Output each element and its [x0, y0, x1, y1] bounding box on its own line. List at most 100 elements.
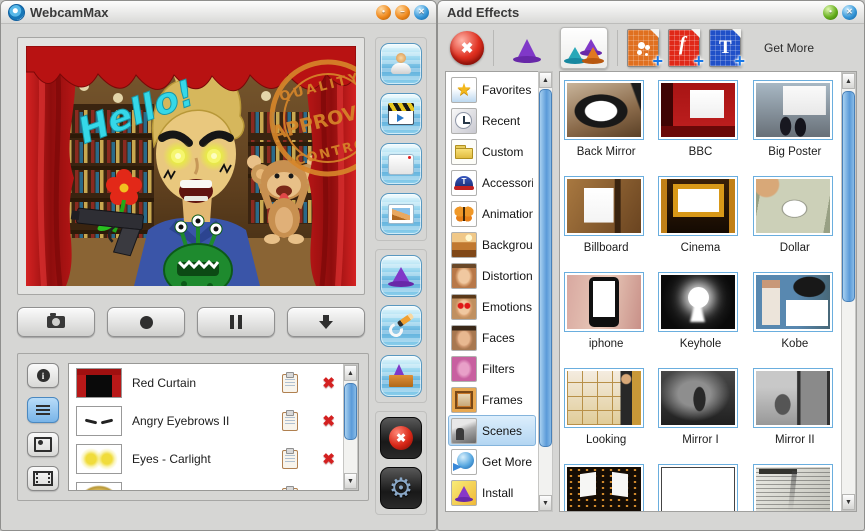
clipboard-icon[interactable]: [282, 371, 299, 393]
film-view-button[interactable]: [27, 465, 59, 491]
snapshot-button[interactable]: [17, 307, 95, 337]
close-button[interactable]: ✕: [414, 4, 429, 20]
thumbnail-view-button[interactable]: [27, 431, 59, 457]
effect-tile[interactable]: Kobe: [752, 272, 837, 352]
scroll-down-icon[interactable]: ▼: [539, 495, 552, 511]
distorted-face-icon: [451, 262, 477, 289]
record-button[interactable]: [107, 307, 185, 337]
window-title: WebcamMax: [30, 4, 109, 20]
webcam-source-button[interactable]: [380, 43, 422, 85]
effect-tile[interactable]: [564, 464, 648, 511]
effects-button[interactable]: [380, 255, 422, 297]
effect-tile[interactable]: iphone: [564, 272, 648, 352]
effect-tile[interactable]: Looking: [564, 368, 648, 448]
category-emotions[interactable]: Emotions: [448, 291, 536, 322]
folder-icon: [451, 138, 477, 165]
remove-effect-icon[interactable]: [322, 376, 335, 391]
category-backgrounds[interactable]: Backgrounds: [448, 229, 536, 260]
plus-icon: [652, 51, 663, 72]
pause-button[interactable]: [197, 307, 275, 337]
scroll-up-icon[interactable]: ▲: [842, 73, 855, 89]
clapperboard-icon: [388, 103, 414, 125]
scroll-down-icon[interactable]: ▼: [842, 494, 855, 510]
effect-thumbnail: [661, 275, 736, 329]
webcam-preview: Hello! QUALITY APPROVED CONTROL: [26, 46, 356, 286]
red-x-icon: [389, 426, 413, 450]
pause-icon: [230, 315, 242, 329]
effects-list-scrollbar[interactable]: ▲ ▼: [343, 364, 358, 490]
video-clip-button[interactable]: [380, 93, 422, 135]
remove-effects-button[interactable]: [450, 30, 484, 65]
wizard-hat-icon: [388, 265, 414, 287]
scrollbar-thumb[interactable]: [344, 383, 357, 441]
close-button[interactable]: ✕: [842, 4, 857, 20]
category-get-more[interactable]: Get More: [448, 446, 536, 477]
effect-tile[interactable]: Back Mirror: [564, 80, 648, 160]
effect-tile[interactable]: [752, 464, 837, 511]
category-favorites[interactable]: Favorites: [448, 74, 536, 105]
clipboard-icon[interactable]: [282, 485, 299, 490]
effect-tile[interactable]: BBC: [658, 80, 742, 160]
picture-in-picture-button[interactable]: [380, 193, 422, 235]
grid-scrollbar[interactable]: ▲ ▼: [841, 72, 856, 511]
effect-tile[interactable]: Mirror II: [752, 368, 837, 448]
window-capture-button[interactable]: [380, 143, 422, 185]
scroll-up-icon[interactable]: ▲: [344, 365, 357, 381]
add-picture-button[interactable]: [627, 28, 659, 67]
list-item[interactable]: Angry Eyebrows II: [69, 402, 342, 440]
category-install[interactable]: Install: [448, 477, 536, 508]
info-icon: [36, 369, 50, 383]
category-distortions[interactable]: Distortions: [448, 260, 536, 291]
effect-tile[interactable]: Dollar: [752, 176, 837, 256]
category-animations[interactable]: Animations: [448, 198, 536, 229]
theme-button[interactable]: •: [376, 4, 391, 20]
webcammax-logo-icon: [8, 3, 25, 21]
apply-button[interactable]: •: [823, 4, 838, 20]
list-item[interactable]: Hair - Cool: [69, 478, 342, 491]
add-text-button[interactable]: [709, 28, 741, 67]
effect-tile[interactable]: Mirror I: [658, 368, 742, 448]
category-scrollbar[interactable]: ▲ ▼: [538, 71, 553, 512]
effect-tile[interactable]: Keyhole: [658, 272, 742, 352]
effect-tile[interactable]: Big Poster: [752, 80, 837, 160]
category-accessories[interactable]: Accessories: [448, 167, 536, 198]
clipboard-icon[interactable]: [282, 409, 299, 431]
scroll-up-icon[interactable]: ▲: [539, 72, 552, 88]
list-item[interactable]: Red Curtain: [69, 364, 342, 402]
remove-effect-icon[interactable]: [322, 490, 335, 491]
list-view-button[interactable]: [27, 397, 59, 423]
titlebar[interactable]: Add Effects • ✕: [438, 1, 864, 24]
single-effect-tab[interactable]: [503, 27, 551, 69]
save-button[interactable]: [287, 307, 365, 337]
toybox-button[interactable]: [380, 355, 422, 397]
add-effects-window: Add Effects • ✕ Get More Favorites Rece: [437, 0, 865, 531]
remove-effect-icon[interactable]: [322, 414, 335, 429]
settings-button[interactable]: [380, 467, 422, 509]
clipboard-icon[interactable]: [282, 447, 299, 469]
titlebar[interactable]: WebcamMax • – ✕: [1, 1, 436, 24]
category-custom[interactable]: Custom: [448, 136, 536, 167]
scrollbar-thumb[interactable]: [842, 91, 855, 302]
category-scenes[interactable]: Scenes: [448, 415, 536, 446]
effect-tile[interactable]: [658, 464, 742, 511]
stop-all-effects-button[interactable]: [380, 417, 422, 459]
remove-effect-icon[interactable]: [322, 452, 335, 467]
scrollbar-thumb[interactable]: [539, 89, 552, 448]
add-flash-button[interactable]: [668, 28, 700, 67]
category-filters[interactable]: Filters: [448, 353, 536, 384]
info-button[interactable]: [27, 363, 59, 389]
effect-name: Red Curtain: [132, 376, 197, 390]
effect-thumbnail: [661, 371, 736, 425]
category-faces[interactable]: Faces: [448, 322, 536, 353]
scroll-down-icon[interactable]: ▼: [344, 473, 357, 489]
minimize-button[interactable]: –: [395, 4, 410, 20]
effect-tile[interactable]: Billboard: [564, 176, 648, 256]
category-recent[interactable]: Recent: [448, 105, 536, 136]
doodle-button[interactable]: [380, 305, 422, 347]
effect-thumbnail: [567, 275, 642, 329]
category-frames[interactable]: Frames: [448, 384, 536, 415]
star-icon: [451, 76, 477, 103]
multi-effect-tab[interactable]: [560, 26, 608, 69]
list-item[interactable]: Eyes - Carlight: [69, 440, 342, 478]
effect-tile[interactable]: Cinema: [658, 176, 742, 256]
